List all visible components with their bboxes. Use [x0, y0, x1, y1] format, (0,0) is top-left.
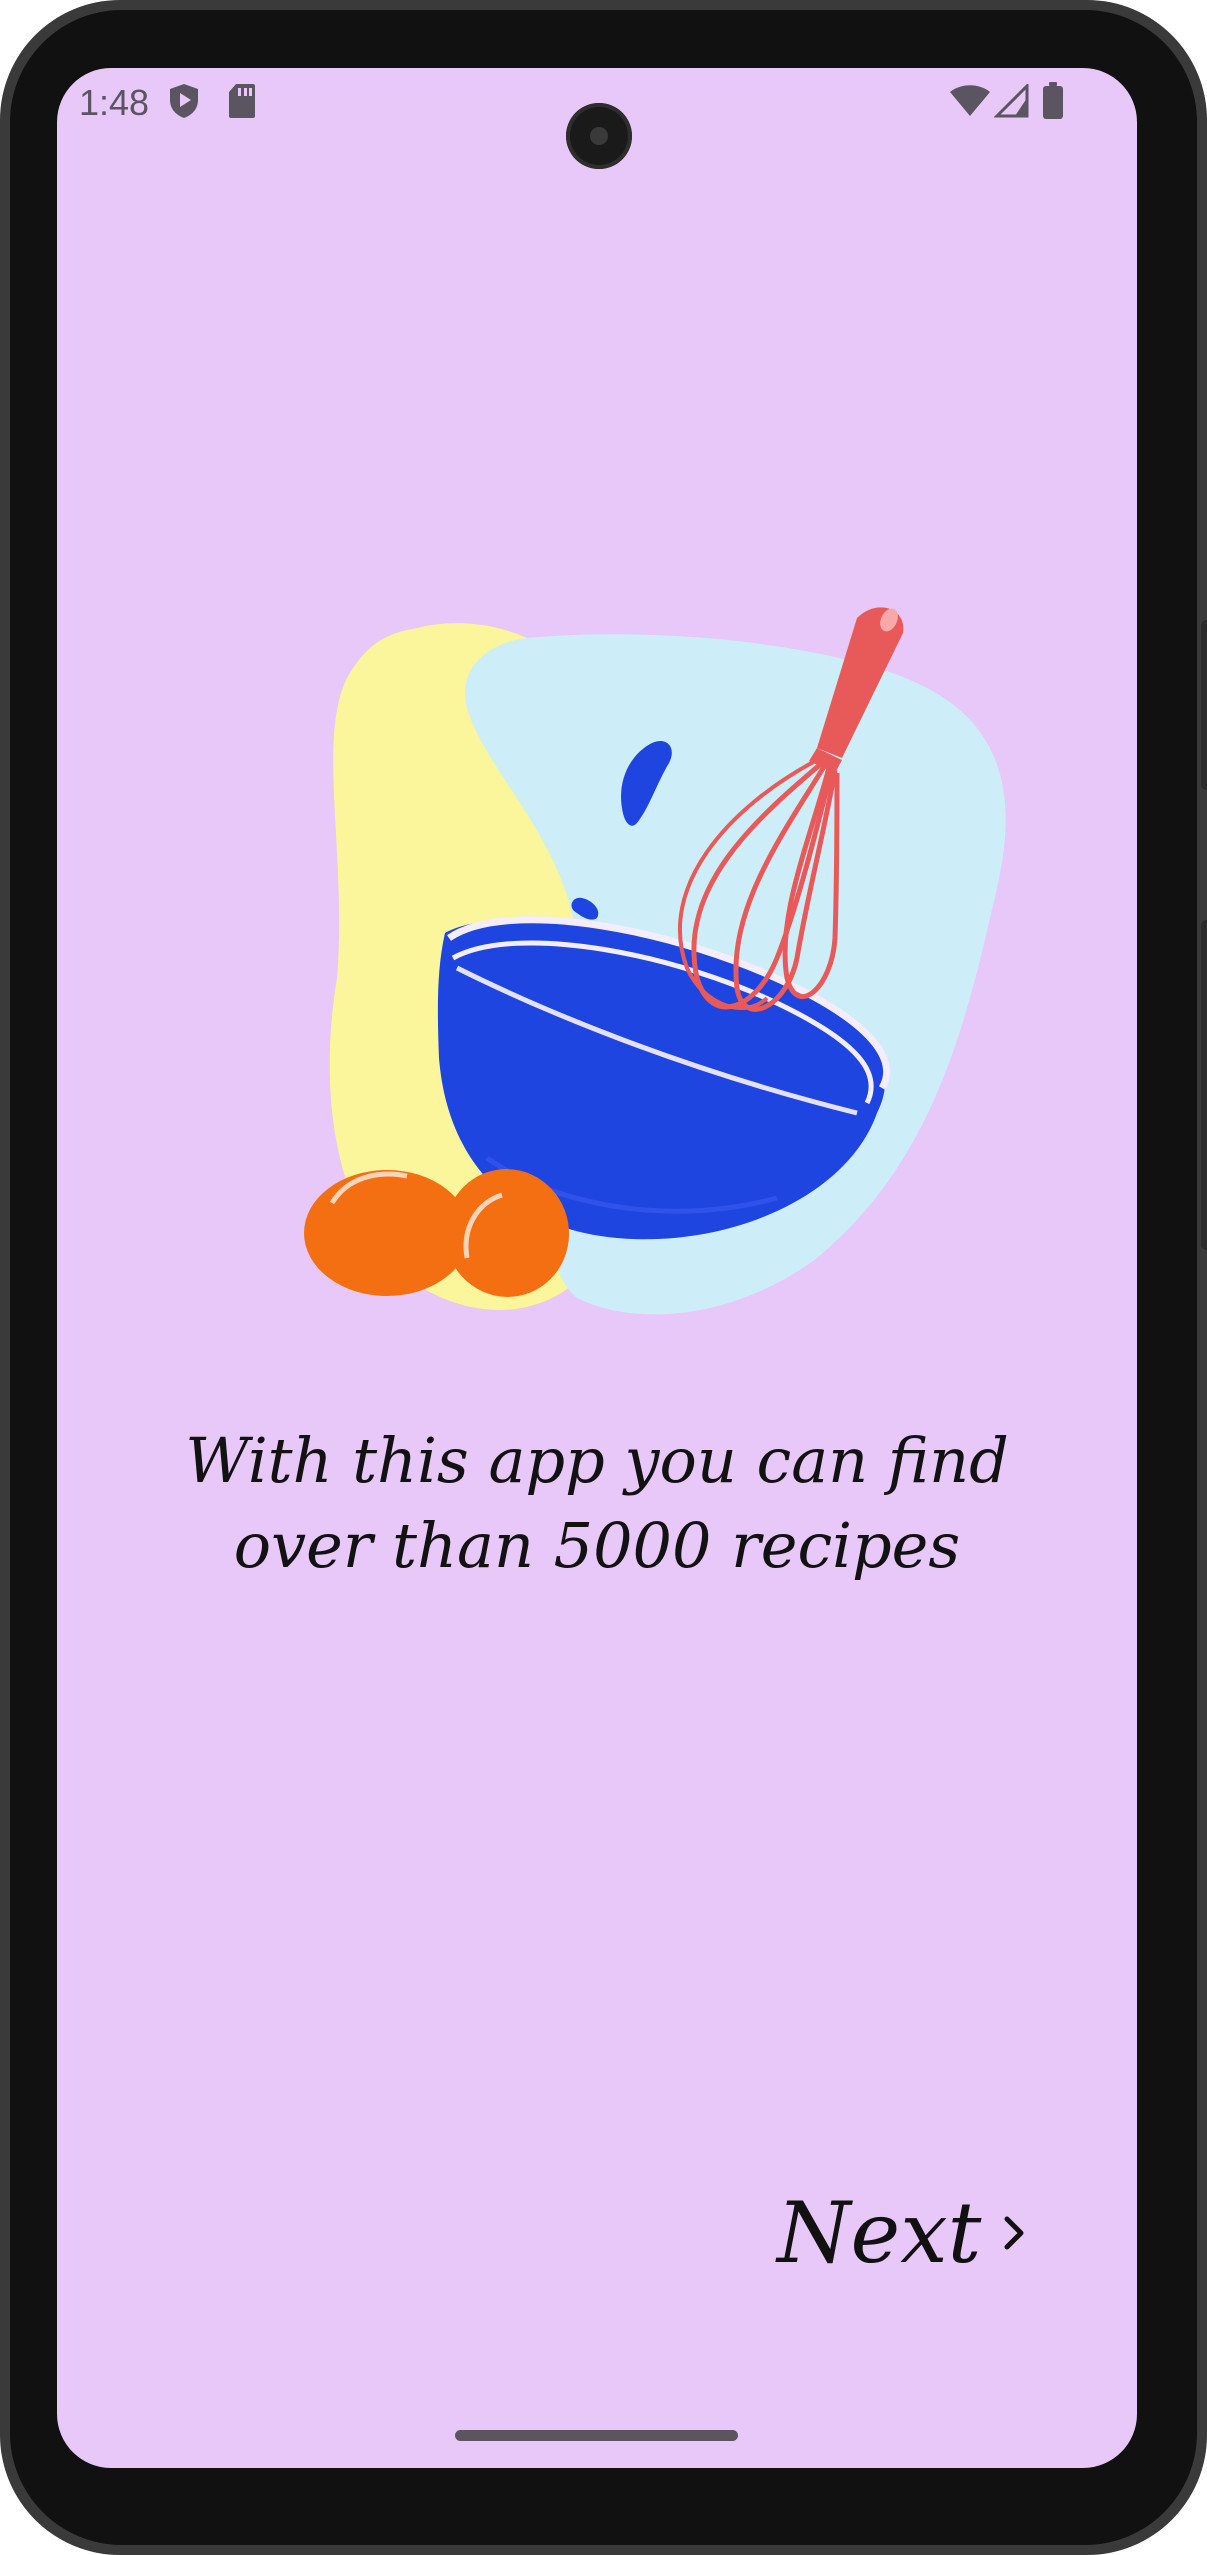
front-camera — [566, 103, 632, 169]
app-screen: 1:48 With this app you can find over tha… — [57, 68, 1137, 2468]
wifi-icon — [949, 84, 991, 122]
battery-icon — [1042, 82, 1064, 124]
signal-icon — [993, 82, 1030, 122]
status-bar: 1:48 — [57, 68, 1137, 169]
onboarding-message: With this app you can find over than 500… — [185, 1424, 1009, 1582]
sd-card-icon — [227, 82, 257, 124]
mixing-bowl-whisk-eggs-illustration — [257, 558, 1037, 1358]
volume-button — [1201, 920, 1207, 1250]
status-time: 1:48 — [79, 82, 150, 123]
power-button — [1201, 620, 1207, 790]
home-indicator[interactable] — [455, 2430, 738, 2441]
next-label: Next — [777, 2184, 982, 2282]
chevron-right-icon — [1004, 2216, 1024, 2250]
shield-play-icon — [167, 82, 201, 124]
next-button[interactable]: Next — [777, 2178, 1029, 2288]
